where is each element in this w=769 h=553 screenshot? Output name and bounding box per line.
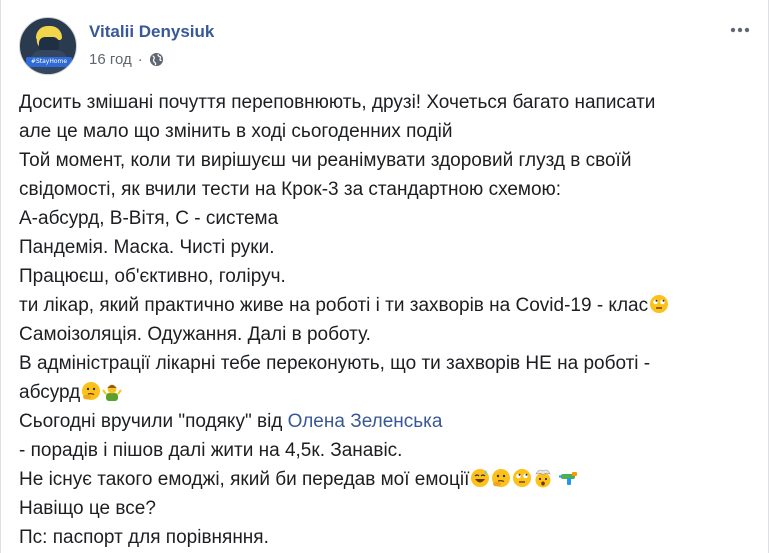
post-line-thanks: Сьогодні вручили "подяку" від Олена Зеле… <box>19 407 759 436</box>
meta-separator: · <box>137 51 143 68</box>
post-line: Самоізоляція. Одужання. Далі в роботу. <box>19 324 371 345</box>
facebook-post: #StayHome Vitalii Denysiuk 16 год · Доси… <box>0 0 769 553</box>
thinking-face-emoji <box>81 381 101 401</box>
post-text: Досить змішані почуття переповнюють, дру… <box>19 88 759 552</box>
post-line: - порадів і пішов далі жити на 4,5к. Зан… <box>19 440 403 461</box>
face-with-rolling-eyes-emoji <box>649 294 669 314</box>
avatar-badge: #StayHome <box>26 57 72 67</box>
post-line: А-абсурд, В-Вітя, С - система <box>19 208 279 229</box>
post-line-text: ти лікар, який практично живе на роботі … <box>19 295 649 316</box>
thinking-face-emoji <box>491 468 511 488</box>
post-line: але це мало що змінить в ході сьогоденни… <box>19 121 453 142</box>
post-line: Пс: паспорт для порівняння. <box>19 527 269 548</box>
exploding-head-emoji <box>533 468 553 488</box>
post-line: Навіщо це все? <box>19 498 156 519</box>
post-line: В адміністрації лікарні тебе переконують… <box>19 353 651 374</box>
post-line: Досить змішані почуття переповнюють, дру… <box>19 92 656 113</box>
post-line-text: Не існує такого емоджі, який би передав … <box>19 469 470 490</box>
post-line-class: ти лікар, який практично живе на роботі … <box>19 291 759 320</box>
globe-icon[interactable] <box>149 52 164 67</box>
face-with-rolling-eyes-emoji <box>512 468 532 488</box>
post-time[interactable]: 16 год <box>89 51 132 68</box>
water-pistol-emoji <box>559 468 579 488</box>
post-line-text: абсурд <box>19 382 81 403</box>
post-line: Пандемія. Маска. Чисті руки. <box>19 237 275 258</box>
mention-link[interactable]: Олена Зеленська <box>288 411 443 432</box>
post-line-text: Сьогодні вручили "подяку" від <box>19 411 288 432</box>
more-horizontal-icon[interactable] <box>728 18 752 42</box>
post-meta: 16 год · <box>89 51 164 68</box>
post-line: Той момент, коли ти вирішуєш чи реанімув… <box>19 150 632 171</box>
man-shrugging-emoji <box>102 381 123 401</box>
author-avatar[interactable]: #StayHome <box>19 17 77 75</box>
post-line-emotions: Не існує такого емоджі, який би передав … <box>19 465 759 494</box>
post-line: свідомості, як вчили тести на Крок-3 за … <box>19 179 562 200</box>
post-line: Працюєш, об'єктивно, голіруч. <box>19 266 286 287</box>
grinning-sweat-emoji <box>470 468 490 488</box>
post-line-absurd: абсурд <box>19 378 759 407</box>
author-name[interactable]: Vitalii Denysiuk <box>89 22 214 42</box>
